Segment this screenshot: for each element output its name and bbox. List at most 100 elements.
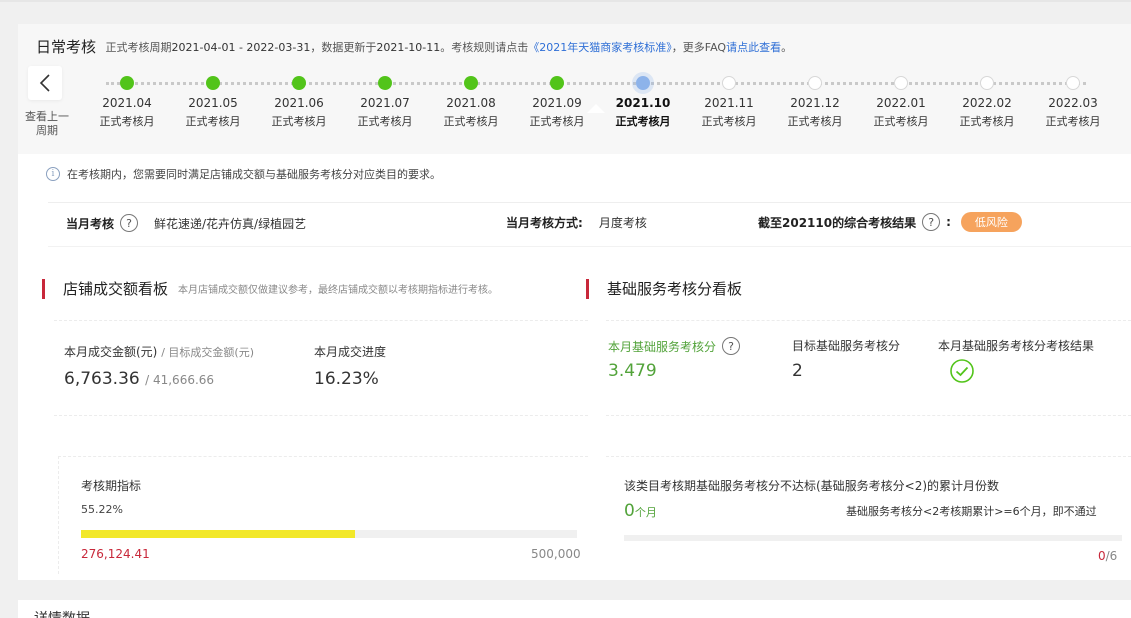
status-dot-icon: [464, 76, 478, 90]
timeline-month-10[interactable]: 2022.02 正式考核月: [944, 72, 1030, 129]
timeline-month-label: 2021.05: [188, 96, 238, 110]
service-score-metric: 本月基础服务考核分? 3.479: [608, 337, 746, 381]
help-icon[interactable]: ?: [722, 337, 741, 355]
timeline-type-label: 正式考核月: [787, 115, 843, 128]
faq-text: ，更多FAQ: [671, 41, 727, 54]
timeline-type-label: 正式考核月: [357, 115, 413, 128]
timeline-month-5[interactable]: 2021.09 正式考核月: [514, 72, 600, 129]
assessment-notice: i 在考核期内，您需要同时满足店铺成交额与基础服务考核分对应类目的要求。: [46, 166, 441, 182]
status-dot-icon: [1066, 76, 1080, 90]
timeline-type-label: 正式考核月: [529, 115, 585, 128]
service-target-value: 2: [792, 361, 803, 381]
fail-months-count: 0: [624, 501, 635, 521]
timeline-month-8[interactable]: 2021.12 正式考核月: [772, 72, 858, 129]
timeline-type-label: 正式考核月: [701, 115, 757, 128]
service-period-panel: 该类目考核期基础服务考核分不达标(基础服务考核分<2)的累计月份数 0个月 基础…: [606, 456, 1131, 574]
section-accent-bar: [586, 278, 589, 299]
status-dot-icon: [292, 76, 306, 90]
updated-text: ，数据更新于: [310, 41, 377, 54]
progress-value: 16.23%: [314, 369, 379, 389]
assessment-method: 当月考核方式: 月度考核: [506, 214, 647, 231]
colon: :: [946, 215, 951, 229]
timeline-month-4[interactable]: 2021.08 正式考核月: [428, 72, 514, 129]
sales-board-title: 店铺成交额看板: [63, 280, 169, 298]
status-dot-icon: [808, 76, 822, 90]
timeline-month-label: 2021.04: [102, 96, 152, 110]
period-target-value: 500,000: [531, 547, 581, 561]
fail-fraction-num: 0: [1098, 549, 1106, 563]
fail-fraction: 0/6: [1098, 549, 1117, 563]
timeline-month-label: 2022.03: [1048, 96, 1098, 110]
help-icon[interactable]: ?: [120, 214, 139, 232]
timeline-type-label: 正式考核月: [99, 115, 155, 128]
timeline-month-label: 2022.02: [962, 96, 1012, 110]
timeline-month-label: 2022.01: [876, 96, 926, 110]
period-progress-bar: [81, 530, 577, 538]
sales-monthly-panel: 本月成交金额(元) / 目标成交金额(元) 6,763.36 / 41,666.…: [54, 320, 588, 416]
summary-row: 当月考核 ? 鲜花速递/花卉仿真/绿植园艺 当月考核方式: 月度考核 截至202…: [48, 202, 1131, 247]
timeline-type-label: 正式考核月: [185, 115, 241, 128]
prev-cycle-button[interactable]: [28, 66, 62, 100]
target-amount-value: 41,666.66: [152, 373, 215, 387]
timeline-month-6[interactable]: 2021.10 正式考核月: [600, 72, 686, 129]
timeline-type-label: 正式考核月: [1045, 115, 1101, 128]
assessment-header: 日常考核 正式考核周期2021-04-01 - 2022-03-31，数据更新于…: [36, 36, 792, 57]
method-value: 月度考核: [598, 216, 647, 230]
detail-data-title: 详情数据: [34, 608, 90, 618]
timeline-month-9[interactable]: 2022.01 正式考核月: [858, 72, 944, 129]
timeline-month-3[interactable]: 2021.07 正式考核月: [342, 72, 428, 129]
method-label: 当月考核方式:: [506, 216, 583, 230]
chevron-left-icon: [39, 74, 50, 92]
updated-date: 2021-10-11: [376, 41, 441, 54]
fail-fraction-den: /6: [1105, 549, 1118, 563]
overall-result: 截至202110的综合考核结果 ? : 低风险: [758, 212, 1022, 232]
monthly-progress-metric: 本月成交进度 16.23%: [314, 343, 386, 389]
period-indicator-label: 考核期指标: [81, 479, 142, 493]
sales-board-subtitle: 本月店铺成交额仅做建议参考，最终店铺成交额以考核期指标进行考核。: [178, 285, 499, 296]
timeline-month-7[interactable]: 2021.11 正式考核月: [686, 72, 772, 129]
timeline-month-1[interactable]: 2021.05 正式考核月: [170, 72, 256, 129]
page-title: 日常考核: [36, 38, 97, 56]
help-icon[interactable]: ?: [922, 213, 941, 231]
fail-months-unit: 个月: [634, 506, 657, 519]
prev-cycle-label[interactable]: 查看上一周期: [24, 110, 70, 138]
period-progress-fill: [81, 530, 355, 538]
timeline-month-2[interactable]: 2021.06 正式考核月: [256, 72, 342, 129]
timeline-type-label: 正式考核月: [615, 115, 671, 128]
rules-link[interactable]: 《2021年天猫商家考核标准》: [528, 41, 672, 54]
timeline-month-label: 2021.12: [790, 96, 840, 110]
period-indicator-panel: 考核期指标 55.22% 276,124.41 500,000: [58, 456, 588, 574]
status-dot-icon: [894, 76, 908, 90]
current-month-caret: [587, 104, 605, 113]
info-icon: i: [46, 167, 60, 181]
service-score-label: 本月基础服务考核分: [608, 339, 717, 354]
faq-link[interactable]: 请点此查看: [726, 41, 781, 54]
status-dot-icon: [636, 76, 650, 90]
target-amount-label: / 目标成交金额(元): [161, 346, 254, 359]
current-month-assessment: 当月考核 ? 鲜花速递/花卉仿真/绿植园艺: [66, 214, 306, 232]
service-board-header: 基础服务考核分看板: [586, 278, 742, 299]
timeline-month-label: 2021.07: [360, 96, 410, 110]
fail-months-label: 该类目考核期基础服务考核分不达标(基础服务考核分<2)的累计月份数: [624, 479, 1000, 493]
check-circle-icon: [950, 359, 974, 383]
period-percent: 55.22%: [81, 503, 123, 516]
period-current-value: 276,124.41: [81, 547, 150, 561]
status-dot-icon: [722, 76, 736, 90]
monthly-amount-metric: 本月成交金额(元) / 目标成交金额(元) 6,763.36 / 41,666.…: [64, 345, 254, 389]
timeline-month-label: 2021.08: [446, 96, 496, 110]
service-target-metric: 目标基础服务考核分 2: [792, 337, 900, 381]
timeline-month-label: 2021.11: [704, 96, 754, 110]
timeline-type-label: 正式考核月: [271, 115, 327, 128]
timeline-month-11[interactable]: 2022.03 正式考核月: [1030, 72, 1116, 129]
service-target-label: 目标基础服务考核分: [792, 339, 901, 353]
status-dot-icon: [378, 76, 392, 90]
section-accent-bar: [42, 278, 45, 299]
timeline-month-0[interactable]: 2021.04 正式考核月: [84, 72, 170, 129]
assessment-card: 日常考核 正式考核周期2021-04-01 - 2022-03-31，数据更新于…: [18, 24, 1131, 580]
fail-rule-text: 基础服务考核分<2考核期累计>=6个月，即不通过: [846, 505, 1097, 518]
progress-label: 本月成交进度: [314, 345, 387, 359]
status-dot-icon: [550, 76, 564, 90]
service-result-metric: 本月基础服务考核分考核结果: [938, 337, 1094, 387]
timeline-month-label: 2021.10: [615, 96, 671, 110]
notice-text: 在考核期内，您需要同时满足店铺成交额与基础服务考核分对应类目的要求。: [67, 168, 441, 181]
